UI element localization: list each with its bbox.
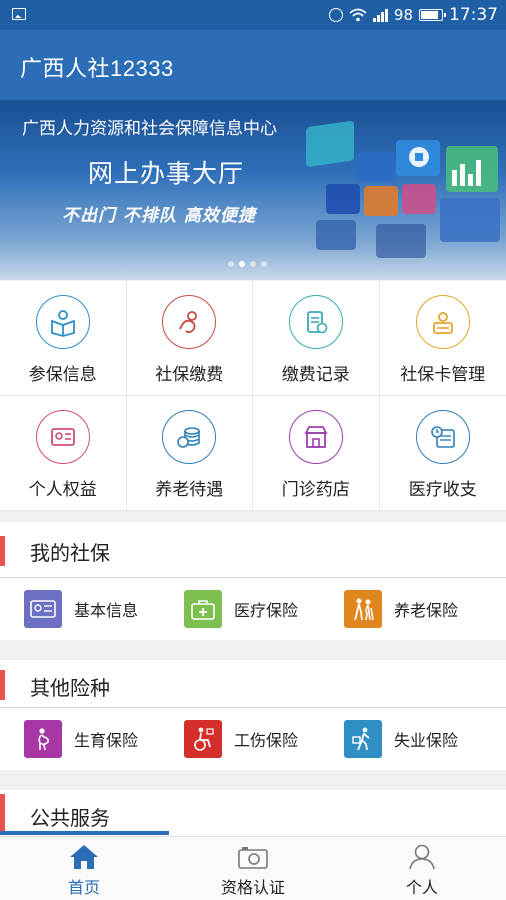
app-bar: 广西人社12333 (0, 30, 506, 100)
battery-level: 98 (393, 6, 413, 24)
grid-item-insurance-info[interactable]: 参保信息 (0, 281, 127, 396)
banner-org-name: 广西人力资源和社会保障信息中心 (22, 119, 277, 139)
wheelchair-icon (184, 720, 222, 758)
service-tiles-graphic (306, 120, 500, 258)
item-work-injury-insurance[interactable]: 工伤保险 (184, 720, 298, 758)
item-label: 基本信息 (74, 601, 139, 620)
banner-slogan: 不出门 不排队 高效便捷 (62, 206, 256, 226)
section-accent-bar (0, 794, 5, 832)
id-card-icon (35, 410, 90, 464)
section-items: 基本信息 医疗保险 养老保险 (0, 578, 506, 640)
item-label: 失业保险 (394, 731, 459, 750)
grid-item-medical-expenses[interactable]: 医疗收支 (379, 396, 506, 511)
section-title: 公共服务 (30, 806, 110, 830)
app-title: 广西人社12333 (20, 56, 174, 81)
nav-qualification[interactable]: 资格认证 (169, 837, 337, 900)
book-reader-icon (35, 295, 90, 349)
section-header: 其他险种 (0, 660, 506, 708)
grid-item-label: 社保缴费 (155, 365, 224, 385)
elderly-couple-icon (344, 590, 382, 628)
carousel-indicator[interactable] (228, 261, 267, 267)
section-accent-bar (0, 536, 5, 566)
item-basic-info[interactable]: 基本信息 (24, 590, 138, 628)
nav-label: 个人 (405, 878, 438, 897)
grid-item-label: 社保卡管理 (400, 365, 486, 385)
grid-item-label: 医疗收支 (408, 480, 477, 500)
section-header: 我的社保 (0, 522, 506, 578)
coin-stack-icon (162, 410, 217, 464)
alarm-icon (328, 8, 343, 22)
pregnant-icon (24, 720, 62, 758)
item-unemployment-insurance[interactable]: 失业保险 (344, 720, 458, 758)
walking-briefcase-icon (344, 720, 382, 758)
section-my-social-security: 我的社保 基本信息 医疗保险 养老保险 (0, 522, 506, 640)
service-grid: 参保信息 社保缴费 缴费记录 社保卡管理 个人权益 养老待遇 门诊药店 医疗收支 (0, 281, 506, 511)
nav-label: 首页 (67, 878, 100, 897)
section-title: 其他险种 (30, 676, 110, 700)
section-other-insurance: 其他险种 生育保险 工伤保险 失业保险 (0, 660, 506, 770)
carousel-dot[interactable] (228, 261, 234, 267)
section-header: 公共服务 (0, 790, 506, 836)
nav-personal[interactable]: 个人 (338, 837, 506, 900)
grid-item-payment-records[interactable]: 缴费记录 (253, 281, 380, 396)
grid-item-clinic-pharmacy[interactable]: 门诊药店 (253, 396, 380, 511)
status-bar: 98 17:37 (0, 0, 506, 30)
nav-home[interactable]: 首页 (0, 837, 168, 900)
item-maternity-insurance[interactable]: 生育保险 (24, 720, 138, 758)
person-icon (409, 844, 435, 870)
item-label: 工伤保险 (234, 731, 299, 750)
clock: 17:37 (449, 5, 498, 25)
section-items: 生育保险 工伤保险 失业保险 (0, 708, 506, 770)
grid-item-label: 个人权益 (28, 480, 97, 500)
section-public-services: 公共服务 (0, 790, 506, 836)
grid-item-label: 参保信息 (28, 365, 97, 385)
bottom-navigation: 首页 资格认证 个人 (0, 831, 506, 900)
status-bar-right: 98 17:37 (328, 5, 498, 25)
grid-item-label: 养老待遇 (155, 480, 224, 500)
item-label: 医疗保险 (234, 601, 299, 620)
grid-item-label: 门诊药店 (281, 480, 350, 500)
grid-item-social-payment[interactable]: 社保缴费 (126, 281, 253, 396)
active-tab-indicator (0, 831, 169, 835)
carousel-dot-active[interactable] (239, 261, 245, 267)
home-icon (70, 845, 98, 869)
grid-item-card-management[interactable]: 社保卡管理 (379, 281, 506, 396)
id-card-icon (24, 590, 62, 628)
image-notification-icon (12, 8, 26, 20)
calendar-clock-icon (415, 410, 470, 464)
signal-icon (372, 8, 388, 22)
hand-coin-icon (162, 295, 217, 349)
grid-item-pension-benefits[interactable]: 养老待遇 (126, 396, 253, 511)
nav-label: 资格认证 (220, 878, 285, 897)
carousel-dot[interactable] (250, 261, 256, 267)
item-label: 养老保险 (394, 601, 459, 620)
grid-item-label: 缴费记录 (281, 365, 350, 385)
item-label: 生育保险 (74, 731, 139, 750)
item-medical-insurance[interactable]: 医疗保险 (184, 590, 298, 628)
carousel-dot[interactable] (261, 261, 267, 267)
store-icon (288, 410, 343, 464)
section-accent-bar (0, 670, 5, 700)
receipt-icon (288, 295, 343, 349)
grid-item-personal-rights[interactable]: 个人权益 (0, 396, 127, 511)
section-title: 我的社保 (30, 541, 110, 565)
battery-icon (419, 9, 446, 21)
camera-icon (238, 847, 268, 869)
wifi-icon (349, 8, 367, 22)
banner-headline: 网上办事大厅 (88, 159, 245, 188)
medical-kit-icon (184, 590, 222, 628)
item-pension-insurance[interactable]: 养老保险 (344, 590, 458, 628)
card-person-icon (415, 295, 470, 349)
promo-banner[interactable]: 广西人力资源和社会保障信息中心 网上办事大厅 不出门 不排队 高效便捷 (0, 100, 506, 280)
